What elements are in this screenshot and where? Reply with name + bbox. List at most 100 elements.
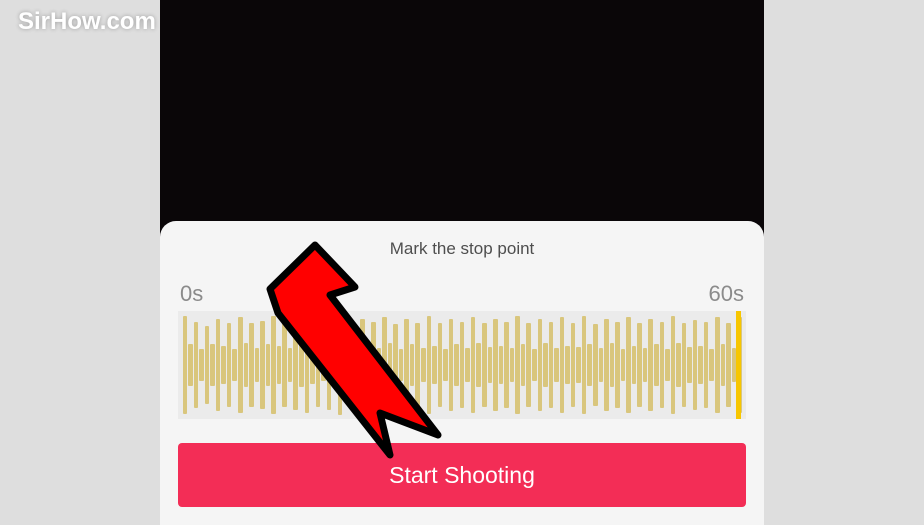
- waveform-bar: [726, 323, 731, 407]
- waveform-bar: [599, 348, 604, 383]
- waveform-bar: [526, 323, 531, 407]
- waveform-bar: [249, 323, 254, 407]
- waveform-bar: [482, 323, 487, 407]
- waveform-bar: [232, 349, 237, 381]
- waveform-bar: [221, 346, 226, 384]
- waveform-bar: [377, 348, 382, 383]
- waveform-bar: [449, 319, 454, 412]
- waveform-bar: [299, 343, 304, 386]
- waveform-bar: [183, 316, 188, 413]
- waveform-bar: [343, 347, 348, 384]
- start-shooting-button[interactable]: Start Shooting: [178, 443, 746, 507]
- waveform-bar: [665, 349, 670, 381]
- waveform-bar: [693, 320, 698, 411]
- waveform-bar: [310, 346, 315, 385]
- waveform-bar: [654, 344, 659, 385]
- waveform-bar: [388, 343, 393, 386]
- waveform-bar: [660, 322, 665, 408]
- waveform-bar: [321, 349, 326, 381]
- waveform-bar: [499, 346, 504, 385]
- waveform-bar: [432, 346, 437, 385]
- waveform-bar: [255, 348, 260, 383]
- waveform-bar: [371, 322, 376, 408]
- waveform-bar: [676, 343, 681, 386]
- waveform-bar: [277, 346, 282, 385]
- time-start-label: 0s: [180, 281, 203, 307]
- waveform-bar: [515, 316, 520, 413]
- waveform-bar: [471, 317, 476, 412]
- waveform-bar: [266, 344, 271, 385]
- waveform-bar: [404, 319, 409, 412]
- waveform-bar: [565, 346, 570, 385]
- waveform-bar: [332, 343, 337, 386]
- waveform-bar: [399, 349, 404, 381]
- watermark-text: SirHow.com: [18, 8, 156, 36]
- waveform-bar: [532, 349, 537, 381]
- waveform-bar: [316, 323, 321, 407]
- waveform-bar: [327, 320, 332, 411]
- waveform-bar: [582, 316, 587, 413]
- waveform-bar: [305, 317, 310, 412]
- waveform-bar: [271, 316, 276, 413]
- waveform-bar: [698, 346, 703, 385]
- waveform-bar: [188, 344, 193, 385]
- waveform-bar: [576, 347, 581, 384]
- waveform-bar: [216, 319, 221, 412]
- waveform-bar: [460, 322, 465, 408]
- panel-title: Mark the stop point: [178, 239, 746, 259]
- waveform-bar: [382, 317, 387, 412]
- waveform-bar: [443, 349, 448, 381]
- waveform-bar: [227, 323, 232, 407]
- waveform-bar: [465, 348, 470, 383]
- waveform-bar: [593, 324, 598, 406]
- waveform-bar: [554, 348, 559, 383]
- waveform-bar: [510, 348, 515, 383]
- waveform-bar: [682, 323, 687, 407]
- waveform-bar: [410, 344, 415, 385]
- waveform-bar: [549, 322, 554, 408]
- waveform-bar: [282, 323, 287, 407]
- waveform-bar: [194, 322, 199, 408]
- waveform-bar: [543, 343, 548, 386]
- waveform-bar: [721, 344, 726, 385]
- waveform-bar: [493, 319, 498, 412]
- waveform-bars: [178, 311, 746, 419]
- waveform-bar: [260, 321, 265, 410]
- waveform-bar: [560, 317, 565, 412]
- waveform-bar: [637, 323, 642, 407]
- waveform-bar: [715, 317, 720, 412]
- waveform-bar: [587, 344, 592, 385]
- waveform-bar: [349, 323, 354, 407]
- waveform-bar: [338, 315, 343, 414]
- waveform-bar: [709, 349, 714, 381]
- waveform-bar: [421, 348, 426, 383]
- time-labels-row: 0s 60s: [178, 281, 746, 307]
- waveform-bar: [571, 323, 576, 407]
- waveform-track[interactable]: [178, 311, 746, 419]
- waveform-bar: [438, 323, 443, 407]
- waveform-bar: [366, 344, 371, 385]
- waveform-bar: [205, 326, 210, 404]
- waveform-bar: [210, 344, 215, 385]
- waveform-bar: [360, 319, 365, 412]
- waveform-bar: [454, 344, 459, 385]
- timer-panel: Mark the stop point 0s 60s Start Shootin…: [160, 221, 764, 525]
- stop-point-marker[interactable]: [736, 311, 742, 419]
- waveform-bar: [704, 322, 709, 408]
- waveform-bar: [626, 317, 631, 412]
- waveform-bar: [610, 343, 615, 386]
- time-end-label: 60s: [709, 281, 744, 307]
- phone-viewport: Mark the stop point 0s 60s Start Shootin…: [160, 0, 764, 525]
- waveform-bar: [671, 316, 676, 413]
- waveform-bar: [199, 349, 204, 381]
- waveform-bar: [427, 316, 432, 413]
- waveform-bar: [415, 323, 420, 407]
- waveform-bar: [244, 343, 249, 386]
- waveform-bar: [521, 344, 526, 385]
- waveform-bar: [504, 322, 509, 408]
- waveform-bar: [632, 346, 637, 385]
- waveform-bar: [621, 349, 626, 381]
- waveform-bar: [393, 324, 398, 406]
- waveform-bar: [615, 322, 620, 408]
- waveform-bar: [648, 319, 653, 412]
